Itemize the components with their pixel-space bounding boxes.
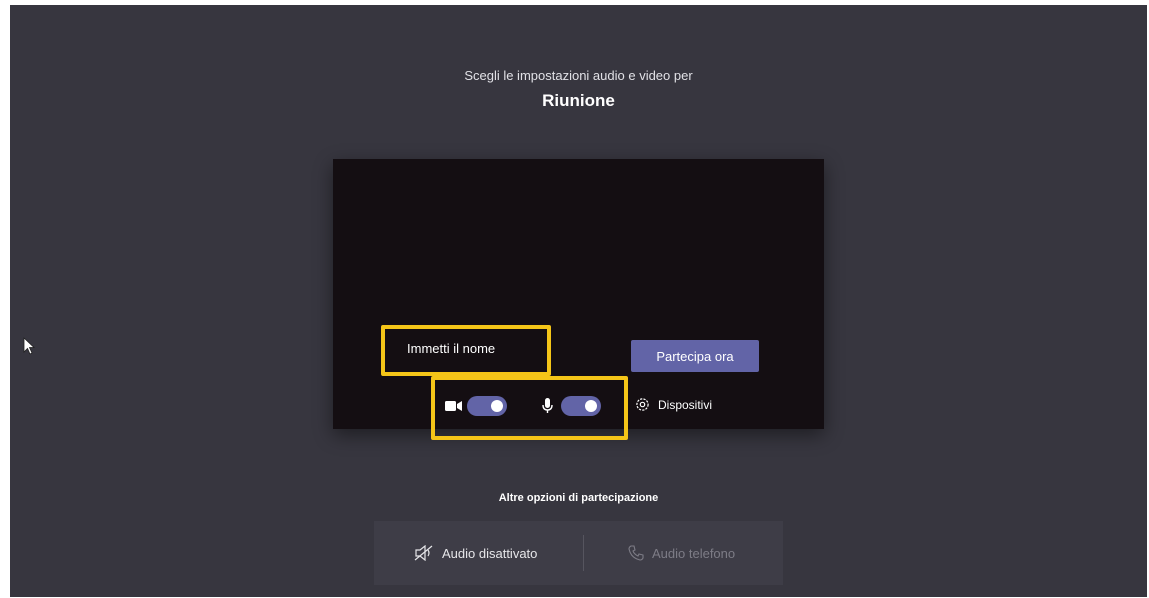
camera-toggle-knob (491, 400, 503, 412)
microphone-control (542, 394, 601, 418)
name-input[interactable] (383, 330, 543, 366)
phone-audio-label: Audio telefono (652, 545, 736, 561)
camera-toggle[interactable] (467, 396, 507, 416)
other-options-title: Altre opzioni di partecipazione (498, 492, 659, 504)
video-camera-icon (445, 400, 462, 412)
speaker-muted-icon (414, 545, 442, 561)
join-now-button[interactable]: Partecipa ora (631, 340, 759, 372)
microphone-toggle-knob (585, 400, 597, 412)
audio-off-label: Audio disattivato (442, 545, 538, 561)
other-join-options: Audio disattivato Audio telefono (374, 521, 783, 585)
page-subtitle: Scegli le impostazioni audio e video per (464, 68, 693, 83)
video-preview (333, 159, 824, 429)
meeting-title: Riunione (542, 91, 615, 110)
devices-label: Dispositivi (658, 397, 713, 412)
microphone-icon (542, 398, 553, 414)
microphone-toggle[interactable] (561, 396, 601, 416)
camera-control (445, 394, 507, 418)
devices-button[interactable]: Dispositivi (634, 396, 712, 413)
gear-icon (634, 396, 658, 413)
mouse-pointer-icon (23, 337, 36, 360)
phone-audio-option[interactable]: Audio telefono (628, 521, 735, 585)
options-divider (583, 535, 584, 571)
audio-off-option[interactable]: Audio disattivato (414, 521, 537, 585)
phone-icon (628, 545, 652, 561)
meeting-prejoin-screen: Scegli le impostazioni audio e video per… (10, 5, 1147, 597)
